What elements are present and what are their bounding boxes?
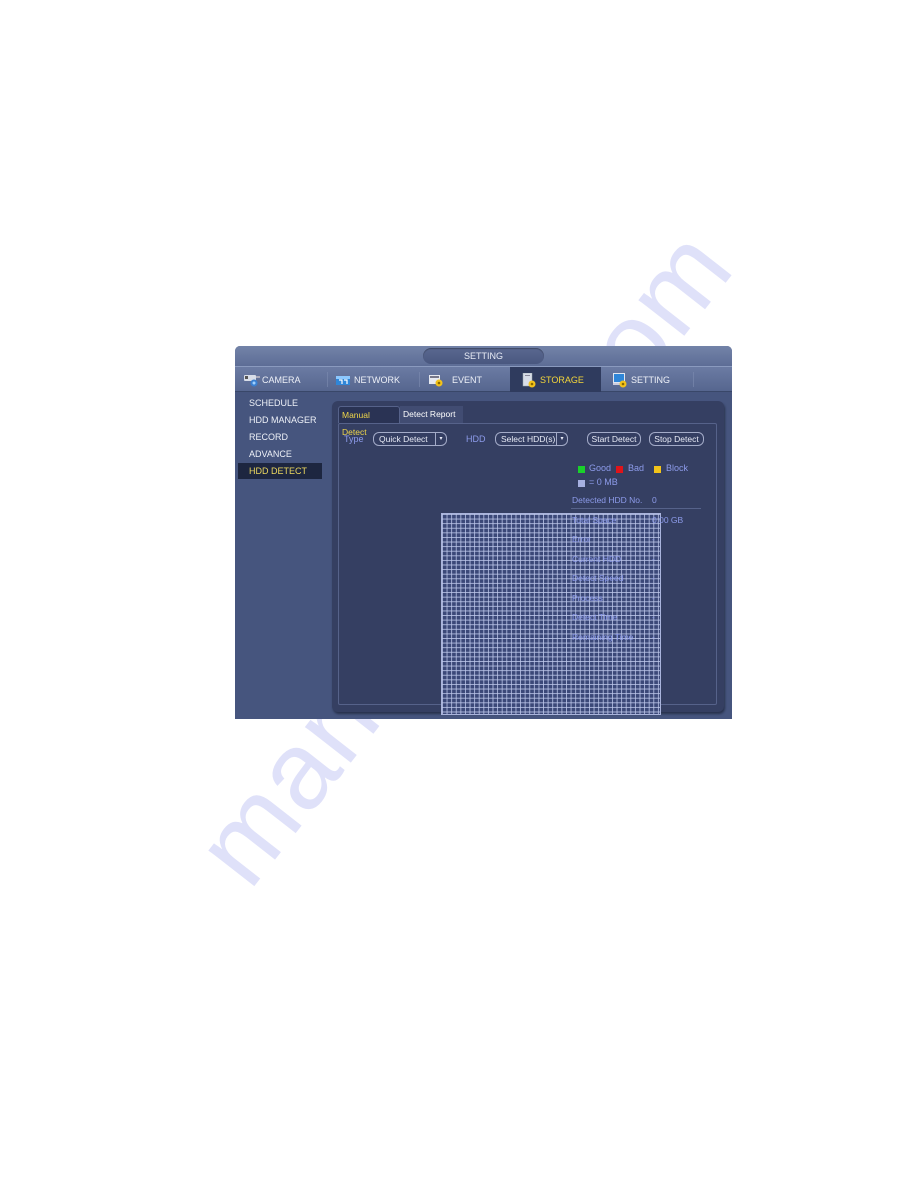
tab-separator (693, 372, 694, 387)
start-detect-button[interactable]: Start Detect (587, 432, 641, 446)
info-label: Detect Speed (572, 573, 624, 583)
info-value: - (652, 612, 655, 622)
info-value: 0.00 GB (652, 515, 684, 525)
info-value: - (652, 554, 655, 564)
tab-camera-label: CAMERA (262, 374, 301, 385)
legend-good-swatch (578, 466, 585, 473)
sidebar-item-hdd-manager[interactable]: HDD MANAGER (238, 412, 322, 428)
tab-setting-label: SETTING (631, 374, 671, 385)
info-value: - (652, 534, 655, 544)
divider (571, 508, 701, 509)
legend-bad-label: Bad (628, 463, 645, 473)
hdd-select[interactable]: Select HDD(s) ▾ (495, 432, 568, 446)
info-value: - (652, 573, 655, 583)
info-label: Remaining Time (572, 632, 634, 642)
info-label: Detected HDD No. (572, 495, 643, 505)
tab-event-label: EVENT (452, 374, 483, 385)
sidebar-item-hdd-detect[interactable]: HDD DETECT (238, 463, 322, 479)
event-icon (428, 373, 444, 387)
hdd-label: HDD (466, 434, 486, 444)
info-label: Current HDD (572, 554, 622, 564)
tab-separator (419, 372, 420, 387)
stop-detect-button[interactable]: Stop Detect (649, 432, 704, 446)
sidebar-item-schedule[interactable]: SCHEDULE (238, 395, 322, 411)
detect-block-grid (441, 513, 661, 715)
tab-detect-report[interactable]: Detect Report (400, 406, 463, 423)
tab-storage[interactable]: STORAGE (510, 367, 601, 392)
tab-manual-detect[interactable]: Manual Detect (338, 406, 400, 437)
chevron-down-icon[interactable]: ▾ (435, 433, 446, 445)
tab-storage-label: STORAGE (540, 374, 584, 385)
tab-network[interactable]: NETWORK (335, 367, 418, 392)
hdd-detect-panel: Detect Report Manual Detect Type Quick D… (332, 401, 724, 715)
setting-icon (612, 372, 628, 387)
window-title: SETTING (423, 348, 544, 364)
legend-block-swatch (654, 466, 661, 473)
info-value: - (652, 632, 655, 642)
network-icon (335, 373, 351, 387)
title-bar: SETTING (235, 346, 732, 367)
legend-unit-label: = 0 MB (589, 477, 618, 487)
legend-unit-swatch (578, 480, 585, 487)
info-label: Error (572, 534, 591, 544)
sidebar: SCHEDULE HDD MANAGER RECORD ADVANCE HDD … (235, 393, 328, 719)
storage-icon (521, 372, 537, 387)
info-label: Total Space (572, 515, 617, 525)
tab-setting[interactable]: SETTING (602, 367, 692, 392)
info-value: - (652, 593, 655, 603)
info-label: Detect Time (572, 612, 618, 622)
settings-window: SETTING CAMERA NETWORK EVENT STORAGE SET… (235, 346, 732, 719)
type-select[interactable]: Quick Detect ▾ (373, 432, 447, 446)
legend-block-label: Block (666, 463, 689, 473)
tab-network-label: NETWORK (354, 374, 400, 385)
legend-bad-swatch (616, 466, 623, 473)
info-value: 0 (652, 495, 657, 505)
tab-event[interactable]: EVENT (428, 367, 510, 392)
type-label: Type (344, 434, 364, 444)
tab-separator (327, 372, 328, 387)
sidebar-item-record[interactable]: RECORD (238, 429, 322, 445)
legend-good-label: Good (589, 463, 612, 473)
sidebar-item-advance[interactable]: ADVANCE (238, 446, 322, 462)
tab-camera[interactable]: CAMERA (241, 367, 327, 392)
info-label: Process (572, 593, 603, 603)
type-select-value: Quick Detect (379, 434, 428, 444)
hdd-select-value: Select HDD(s) (501, 434, 556, 444)
main-tab-bar: CAMERA NETWORK EVENT STORAGE SETTING (235, 367, 732, 392)
chevron-down-icon[interactable]: ▾ (556, 433, 567, 445)
camera-icon (243, 373, 260, 387)
